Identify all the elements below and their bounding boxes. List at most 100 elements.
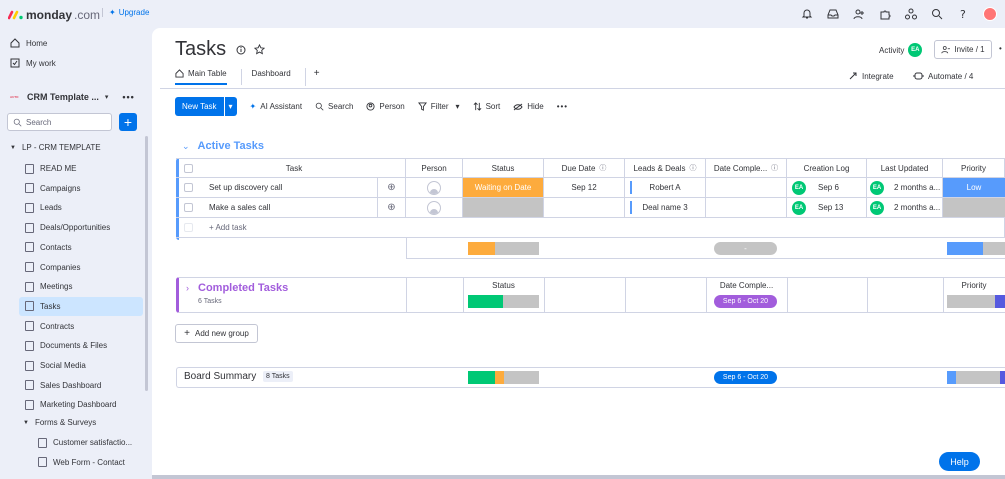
status-cell[interactable]: Waiting on Date — [463, 178, 544, 198]
monday-logo[interactable]: monday .com — [8, 8, 100, 22]
ai-assistant-button[interactable]: ✦ AI Assistant — [250, 102, 303, 111]
summary-bar-segment[interactable] — [468, 371, 495, 384]
more-options-icon[interactable]: • — [999, 44, 1002, 53]
column-header-8[interactable]: Priority — [943, 158, 1005, 178]
sidebar-search-input[interactable]: Search — [7, 113, 112, 131]
tab-main-table[interactable]: Main Table — [175, 69, 227, 85]
nav-home[interactable]: Home — [10, 38, 47, 48]
folder-lp-crm[interactable]: ▼ LP - CRM TEMPLATE — [10, 143, 101, 152]
column-header-1[interactable]: Person — [406, 158, 463, 178]
tab-dashboard[interactable]: Dashboard — [240, 69, 291, 85]
folder-forms-surveys[interactable]: ▼ Forms & Surveys — [23, 418, 96, 427]
filter-button[interactable]: Filter ▾ — [417, 102, 460, 111]
due-date-cell[interactable] — [544, 198, 625, 218]
sidebar-subitem[interactable]: Web Form - Contact — [32, 453, 144, 472]
info-icon[interactable] — [236, 45, 246, 55]
person-placeholder-icon[interactable] — [427, 200, 441, 215]
group-header-active[interactable]: ⌄ Active Tasks — [182, 140, 264, 152]
more-options-icon[interactable]: ••• — [122, 92, 134, 102]
add-task-row[interactable]: + Add task — [176, 218, 1005, 238]
person-cell[interactable] — [406, 198, 463, 218]
sidebar-scrollbar[interactable] — [145, 136, 148, 391]
sidebar-item-marketing-dashboard[interactable]: Marketing Dashboard — [19, 395, 143, 414]
person-cell[interactable] — [406, 178, 463, 198]
nav-my-work[interactable]: My work — [10, 58, 56, 68]
column-header-5[interactable]: Date Comple... ⓘ — [706, 158, 787, 178]
column-header-3[interactable]: Due Date ⓘ — [544, 158, 625, 178]
more-options-icon[interactable]: ••• — [557, 102, 568, 111]
summary-bar-segment[interactable] — [947, 295, 995, 308]
summary-bar-segment[interactable] — [956, 371, 1000, 384]
add-new-group-button[interactable]: + Add new group — [175, 324, 258, 343]
user-avatar[interactable] — [983, 7, 997, 21]
invite-button[interactable]: Invite / 1 — [934, 40, 992, 59]
help-button[interactable]: Help — [939, 452, 980, 471]
info-icon[interactable]: ⓘ — [599, 163, 606, 173]
search-button[interactable]: Search — [315, 102, 353, 111]
date-range-pill[interactable]: Sep 6 - Oct 20 — [714, 295, 777, 308]
table-row[interactable]: Make a sales call ⊕ — [176, 198, 406, 218]
leads-deals-cell[interactable]: Deal name 3 — [625, 198, 706, 218]
priority-cell[interactable] — [943, 198, 1005, 218]
upgrade-link[interactable]: ✦ Upgrade — [102, 8, 149, 17]
sidebar-item-meetings[interactable]: Meetings — [19, 277, 143, 296]
info-icon[interactable]: ⓘ — [690, 163, 697, 173]
sidebar-item-sales-dashboard[interactable]: Sales Dashboard — [19, 376, 143, 395]
column-header-6[interactable]: Creation Log — [787, 158, 867, 178]
search-icon[interactable] — [931, 8, 943, 20]
summary-bar-segment[interactable] — [947, 371, 956, 384]
date-summary-pill[interactable]: - — [714, 242, 777, 255]
group-title[interactable]: Active Tasks — [198, 140, 264, 152]
summary-bar-segment[interactable] — [495, 242, 539, 255]
due-date-cell[interactable]: Sep 12 — [544, 178, 625, 198]
sidebar-item-campaigns[interactable]: Campaigns — [19, 179, 143, 198]
column-header-2[interactable]: Status — [463, 158, 544, 178]
table-row[interactable]: Set up discovery call ⊕ — [176, 178, 406, 198]
summary-bar-segment[interactable] — [468, 242, 495, 255]
summary-bar-segment[interactable] — [995, 295, 1005, 308]
person-placeholder-icon[interactable] — [427, 180, 441, 195]
summary-bar-segment[interactable] — [947, 242, 983, 255]
sidebar-subitem[interactable]: Customer satisfactio... — [32, 433, 144, 452]
add-view-button[interactable]: + — [304, 68, 320, 86]
automate-button[interactable]: Automate / 4 — [913, 71, 973, 81]
bell-icon[interactable] — [801, 8, 813, 20]
linked-item-name[interactable]: Robert A — [649, 183, 680, 192]
workspace-selector[interactable]: AUTO CRM Template ... ▾ ••• — [10, 92, 135, 102]
row-checkbox[interactable] — [184, 203, 193, 212]
row-checkbox[interactable] — [184, 183, 193, 192]
sidebar-item-deals-opportunities[interactable]: Deals/Opportunities — [19, 218, 143, 237]
chevron-down-icon[interactable]: ▾ — [223, 97, 237, 116]
chevron-down-icon[interactable]: ▾ — [456, 102, 460, 111]
date-completed-cell[interactable] — [706, 198, 787, 218]
sidebar-item-companies[interactable]: Companies — [19, 258, 143, 277]
sidebar-item-contracts[interactable]: Contracts — [19, 317, 143, 336]
add-update-icon[interactable]: ⊕ — [377, 198, 405, 217]
add-update-icon[interactable]: ⊕ — [377, 178, 405, 197]
activity-button[interactable]: Activity EA — [879, 43, 923, 57]
summary-bar-segment[interactable] — [503, 295, 539, 308]
date-range-pill[interactable]: Sep 6 - Oct 20 — [714, 371, 777, 384]
sidebar-item-contacts[interactable]: Contacts — [19, 238, 143, 257]
priority-cell[interactable]: Low — [943, 178, 1005, 198]
integrate-button[interactable]: Integrate — [848, 71, 894, 81]
apps-icon[interactable] — [879, 8, 891, 20]
person-filter-button[interactable]: Person — [366, 102, 405, 111]
status-cell[interactable] — [463, 198, 544, 218]
hide-button[interactable]: Hide — [513, 102, 544, 111]
star-icon[interactable] — [254, 44, 265, 55]
integrations-icon[interactable] — [905, 8, 917, 20]
date-completed-cell[interactable] — [706, 178, 787, 198]
invite-members-icon[interactable] — [853, 8, 865, 20]
horizontal-scrollbar[interactable] — [152, 475, 1005, 479]
sidebar-item-social-media[interactable]: Social Media — [19, 356, 143, 375]
sidebar-item-documents-files[interactable]: Documents & Files — [19, 336, 143, 355]
summary-bar-segment[interactable] — [983, 242, 1005, 255]
summary-bar-segment[interactable] — [1000, 371, 1005, 384]
chevron-right-icon[interactable]: › — [186, 283, 189, 293]
add-task-input[interactable]: + Add task — [209, 223, 247, 232]
column-header-7[interactable]: Last Updated — [867, 158, 943, 178]
task-name[interactable]: Set up discovery call — [209, 183, 377, 192]
group-title[interactable]: Completed Tasks — [198, 282, 288, 294]
task-name[interactable]: Make a sales call — [209, 203, 377, 212]
